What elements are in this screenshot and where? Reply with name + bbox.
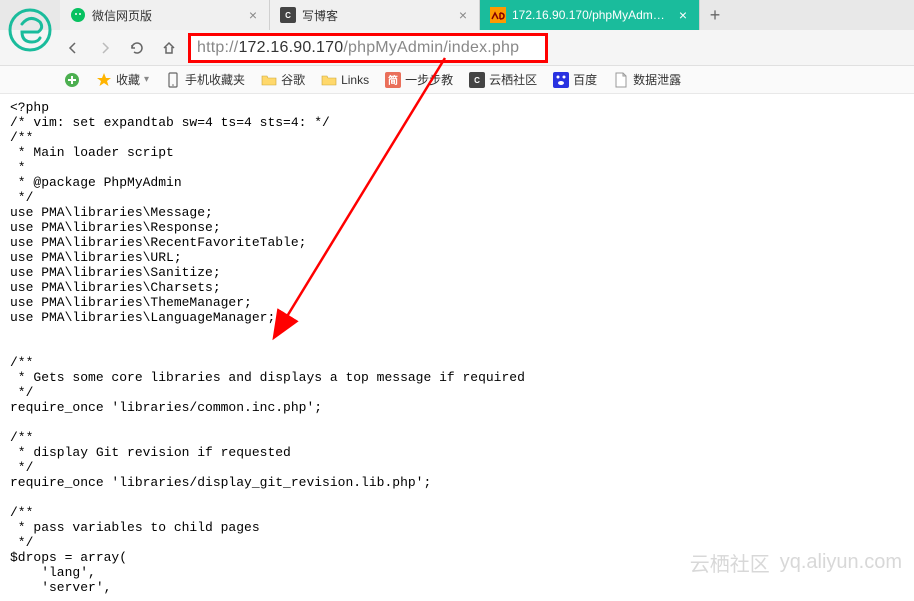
browser-chrome: 微信网页版 × C 写博客 × 172.16.90.170/phpMyAdmin…	[0, 0, 914, 94]
bookmark-links[interactable]: Links	[317, 70, 373, 90]
bookmarks-bar: 收藏 ▾ 手机收藏夹 谷歌 Links 简 一步步教 C 云栖社区 百度	[0, 66, 914, 94]
bookmark-favorites[interactable]: 收藏 ▾	[92, 69, 153, 90]
back-button[interactable]	[60, 35, 86, 61]
reload-icon	[129, 40, 145, 56]
e-browser-icon	[8, 8, 52, 52]
bookmark-phone[interactable]: 手机收藏夹	[161, 69, 249, 90]
bookmark-google[interactable]: 谷歌	[257, 69, 309, 90]
bookmark-label: 谷歌	[281, 71, 305, 88]
url-bar[interactable]: http://172.16.90.170/phpMyAdmin/index.ph…	[188, 33, 548, 63]
tab-label: 微信网页版	[92, 7, 152, 24]
svg-text:C: C	[285, 11, 291, 20]
baidu-icon	[553, 72, 569, 88]
wechat-icon	[70, 7, 86, 23]
home-icon	[161, 40, 177, 56]
plus-badge-icon	[64, 72, 80, 88]
bookmark-label: 手机收藏夹	[185, 71, 245, 88]
bookmark-label: 一步步教	[405, 71, 453, 88]
watermark: 云栖社区 yq.aliyun.com	[690, 548, 902, 577]
folder-icon	[321, 72, 337, 88]
tab-wechat[interactable]: 微信网页版 ×	[60, 0, 270, 30]
url-text: http://172.16.90.170/phpMyAdmin/index.ph…	[197, 39, 519, 57]
jian-icon: 简	[385, 72, 401, 88]
bookmark-label: 数据泄露	[633, 71, 681, 88]
phone-icon	[165, 72, 181, 88]
chevron-down-icon: ▾	[144, 74, 149, 85]
tab-label: 172.16.90.170/phpMyAdmin/i	[512, 8, 665, 22]
bookmark-label: Links	[341, 73, 369, 87]
page-content: <?php /* vim: set expandtab sw=4 ts=4 st…	[0, 94, 914, 601]
forward-button[interactable]	[92, 35, 118, 61]
bookmark-add[interactable]	[60, 70, 84, 90]
star-icon	[96, 72, 112, 88]
chevron-left-icon	[65, 40, 81, 56]
bookmark-baidu[interactable]: 百度	[549, 69, 601, 90]
home-button[interactable]	[156, 35, 182, 61]
bookmark-label: 百度	[573, 71, 597, 88]
pma-icon	[490, 7, 506, 23]
close-icon[interactable]: ×	[247, 7, 259, 23]
tab-label: 写博客	[302, 7, 338, 24]
csdn-icon: C	[280, 7, 296, 23]
bookmark-leak[interactable]: 数据泄露	[609, 69, 685, 90]
browser-logo	[8, 8, 52, 52]
svg-text:C: C	[474, 76, 480, 85]
tab-bar: 微信网页版 × C 写博客 × 172.16.90.170/phpMyAdmin…	[0, 0, 914, 30]
page-icon	[613, 72, 629, 88]
nav-bar: http://172.16.90.170/phpMyAdmin/index.ph…	[0, 30, 914, 66]
bookmark-yunqi[interactable]: C 云栖社区	[465, 69, 541, 90]
bookmark-label: 云栖社区	[489, 71, 537, 88]
csdn-icon: C	[469, 72, 485, 88]
svg-text:简: 简	[388, 74, 398, 87]
bookmark-jianshu[interactable]: 简 一步步教	[381, 69, 457, 90]
close-icon[interactable]: ×	[677, 7, 689, 23]
chevron-right-icon	[97, 40, 113, 56]
reload-button[interactable]	[124, 35, 150, 61]
tab-phpmyadmin[interactable]: 172.16.90.170/phpMyAdmin/i ×	[480, 0, 700, 30]
new-tab-button[interactable]: +	[700, 5, 730, 26]
folder-icon	[261, 72, 277, 88]
bookmark-label: 收藏	[116, 71, 140, 88]
tab-blog[interactable]: C 写博客 ×	[270, 0, 480, 30]
close-icon[interactable]: ×	[457, 7, 469, 23]
